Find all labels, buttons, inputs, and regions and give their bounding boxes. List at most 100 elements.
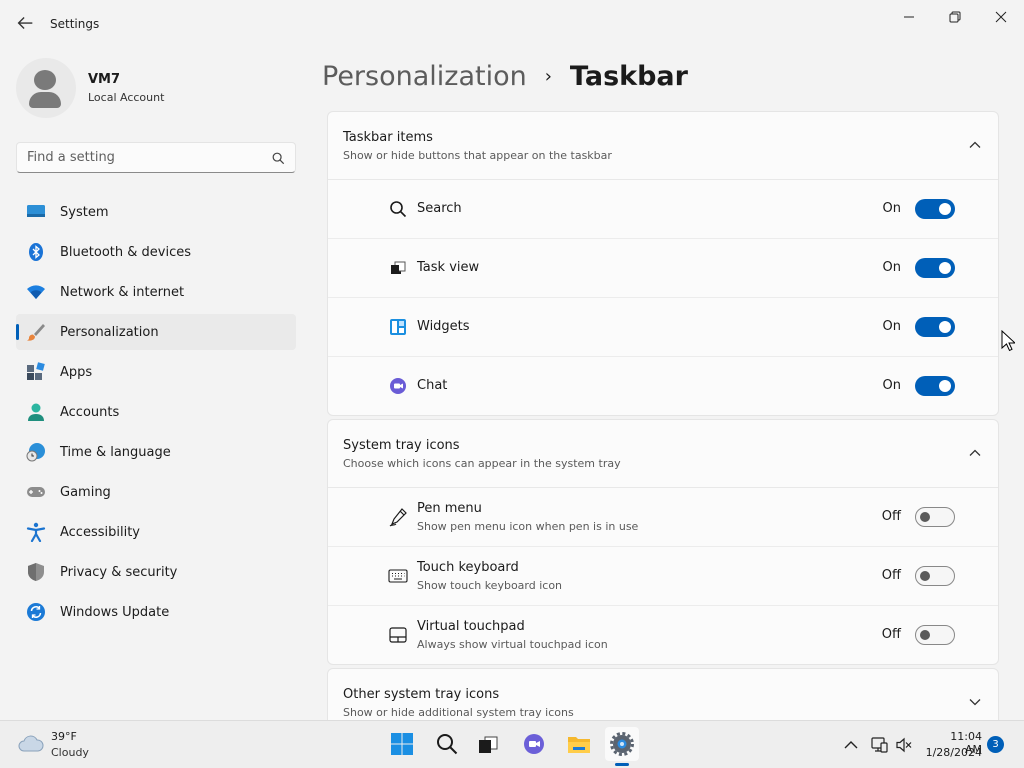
sidebar-item-accounts[interactable]: Accounts [16, 394, 296, 430]
minimize-button[interactable] [887, 6, 931, 28]
sidebar-item-gaming[interactable]: Gaming [16, 474, 296, 510]
restore-icon [949, 11, 961, 23]
sidebar-item-label: Personalization [60, 324, 159, 340]
bluetooth-icon [26, 242, 46, 262]
taskbar-items-header[interactable]: Taskbar items Show or hide buttons that … [328, 112, 998, 180]
section-subtitle: Show or hide additional system tray icon… [343, 706, 574, 719]
volume-muted-icon[interactable] [895, 736, 913, 754]
setting-row-task-view: Task view On [328, 239, 998, 298]
setting-row-search: Search On [328, 180, 998, 239]
globe-clock-icon [26, 442, 46, 462]
network-icon[interactable] [870, 736, 888, 754]
sidebar-item-label: Time & language [60, 444, 171, 460]
restore-button[interactable] [933, 6, 977, 28]
taskbar-chat-button[interactable] [517, 727, 551, 761]
setting-sublabel: Always show virtual touchpad icon [417, 638, 608, 651]
setting-row-widgets: Widgets On [328, 298, 998, 357]
sidebar-item-network[interactable]: Network & internet [16, 274, 296, 310]
settings-gear-icon [610, 732, 634, 756]
task-view-icon [479, 736, 498, 753]
setting-label: Task view [417, 260, 480, 275]
sidebar-item-label: System [60, 204, 109, 220]
sidebar-item-time-language[interactable]: Time & language [16, 434, 296, 470]
taskbar-task-view-button[interactable] [471, 727, 505, 761]
sidebar-item-label: Windows Update [60, 604, 170, 620]
sidebar-item-privacy-security[interactable]: Privacy & security [16, 554, 296, 590]
taskbar-file-explorer-button[interactable] [562, 727, 596, 761]
title-bar: Settings [0, 0, 1024, 48]
settings-search-box [16, 142, 296, 173]
taskbar-settings-button[interactable] [605, 727, 639, 761]
toggle-state: Off [881, 568, 901, 583]
chevron-up-icon[interactable] [968, 446, 982, 460]
minimize-icon [904, 16, 914, 18]
sidebar-item-personalization[interactable]: Personalization [16, 314, 296, 350]
touch-keyboard-toggle[interactable] [915, 566, 955, 586]
sidebar-item-apps[interactable]: Apps [16, 354, 296, 390]
active-app-indicator [615, 763, 629, 766]
chevron-up-icon[interactable] [968, 138, 982, 152]
setting-label: Widgets [417, 319, 470, 334]
update-icon [26, 602, 46, 622]
gamepad-icon [26, 482, 46, 502]
sidebar-item-label: Accounts [60, 404, 120, 420]
notification-badge[interactable]: 3 [987, 736, 1004, 753]
chevron-down-icon[interactable] [968, 695, 982, 709]
sidebar-item-windows-update[interactable]: Windows Update [16, 594, 296, 630]
close-button[interactable] [979, 6, 1023, 28]
keyboard-icon [388, 566, 408, 586]
taskbar-search-button[interactable] [430, 727, 464, 761]
system-tray-icons-header[interactable]: System tray icons Choose which icons can… [328, 420, 998, 488]
sidebar-item-label: Bluetooth & devices [60, 244, 191, 260]
widgets-toggle[interactable] [915, 317, 955, 337]
accessibility-icon [26, 522, 46, 542]
toggle-state: On [882, 378, 901, 393]
breadcrumb-separator: › [544, 65, 552, 87]
wifi-icon [26, 282, 46, 302]
sidebar-item-label: Privacy & security [60, 564, 178, 580]
system-display-icon [26, 202, 46, 222]
section-subtitle: Show or hide buttons that appear on the … [343, 149, 612, 162]
back-arrow-icon[interactable] [14, 12, 36, 34]
weather-condition: Cloudy [51, 746, 89, 759]
sidebar-item-accessibility[interactable]: Accessibility [16, 514, 296, 550]
start-button[interactable] [385, 727, 419, 761]
sidebar-item-system[interactable]: System [16, 194, 296, 230]
setting-row-touch-keyboard: Touch keyboard Show touch keyboard icon … [328, 547, 998, 606]
accounts-icon [26, 402, 46, 422]
setting-label: Chat [417, 378, 448, 393]
user-name: VM7 [88, 72, 121, 87]
task-view-icon [388, 258, 408, 278]
sidebar-item-bluetooth[interactable]: Bluetooth & devices [16, 234, 296, 270]
teams-chat-icon [524, 734, 544, 754]
mouse-cursor-icon [1001, 330, 1015, 352]
taskbar: 39°F Cloudy 11:04 AM 1/28/2024 3 [0, 720, 1024, 768]
windows-start-icon [391, 733, 413, 755]
pen-icon [388, 507, 408, 527]
virtual-touchpad-toggle[interactable] [915, 625, 955, 645]
toggle-state: On [882, 319, 901, 334]
search-toggle[interactable] [915, 199, 955, 219]
setting-row-virtual-touchpad: Virtual touchpad Always show virtual tou… [328, 606, 998, 664]
search-icon[interactable] [271, 151, 285, 165]
avatar [16, 58, 76, 118]
setting-row-chat: Chat On [328, 357, 998, 415]
other-system-tray-icons-card[interactable]: Other system tray icons Show or hide add… [327, 668, 999, 728]
section-title: Other system tray icons [343, 687, 500, 702]
shield-icon [26, 562, 46, 582]
search-icon [437, 734, 458, 755]
toggle-state: Off [881, 509, 901, 524]
section-title: Taskbar items [343, 130, 433, 145]
pen-menu-toggle[interactable] [915, 507, 955, 527]
breadcrumb-parent[interactable]: Personalization [322, 61, 527, 92]
user-profile[interactable]: VM7 Local Account [16, 58, 296, 118]
chevron-up-icon[interactable] [842, 736, 860, 754]
apps-icon [26, 362, 46, 382]
setting-row-pen-menu: Pen menu Show pen menu icon when pen is … [328, 488, 998, 547]
task-view-toggle[interactable] [915, 258, 955, 278]
chat-toggle[interactable] [915, 376, 955, 396]
breadcrumb: Personalization › Taskbar [322, 56, 688, 96]
section-title: System tray icons [343, 438, 460, 453]
close-icon [995, 11, 1007, 23]
search-input[interactable] [17, 143, 257, 172]
